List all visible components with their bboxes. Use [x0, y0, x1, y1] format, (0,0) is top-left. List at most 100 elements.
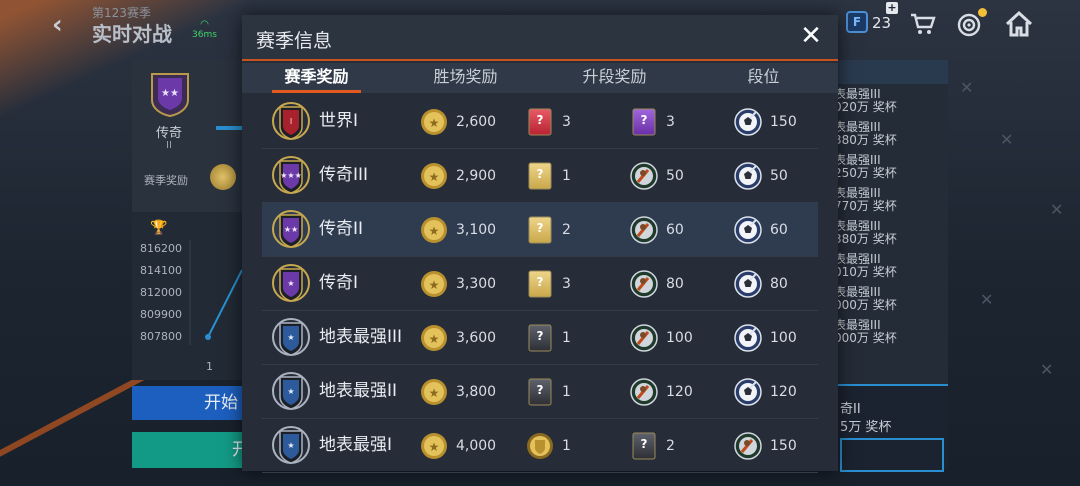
svg-text:★★: ★★	[161, 88, 179, 99]
reward-3-amount: 150	[770, 437, 797, 454]
rank-badge-icon: ★★	[271, 209, 311, 251]
reward-1: 1	[526, 419, 571, 472]
add-points-icon[interactable]: +	[886, 2, 898, 14]
player-token-icon	[630, 161, 658, 190]
ball-token-icon	[734, 323, 762, 352]
svg-text:?: ?	[537, 383, 544, 397]
gold-pack-icon: ?	[526, 270, 554, 298]
mode-title: 实时对战	[92, 22, 172, 46]
purple-pack-icon: ?	[630, 108, 658, 136]
rank-badge-icon: ★	[271, 371, 311, 413]
reward-1-amount: 3	[562, 113, 571, 130]
reward-3: 60	[734, 203, 788, 256]
leaderboard-row: 表最强III 000万 奖杯	[834, 318, 897, 345]
reward-1-amount: 1	[562, 383, 571, 400]
coin-reward: ★ 3,300	[420, 257, 496, 310]
black-pack-icon: ?	[526, 324, 554, 352]
rank-name: 传奇II	[319, 219, 364, 239]
rank-badge-icon: ★	[271, 263, 311, 305]
rank-name: 世界I	[319, 111, 359, 131]
coin-reward: ★ 2,900	[420, 149, 496, 202]
ball-token-icon	[734, 107, 762, 136]
svg-text:★: ★	[287, 387, 294, 396]
coin-reward: ★ 3,100	[420, 203, 496, 256]
rank-name: 地表最强I	[319, 435, 393, 455]
gold-pack-icon: ?	[526, 216, 554, 244]
coin-reward: ★ 4,000	[420, 419, 496, 472]
leaderboard-action-button[interactable]	[840, 438, 944, 472]
tab-promotion-rewards[interactable]: 升段奖励	[540, 63, 689, 93]
reward-2: ? 3	[630, 95, 675, 148]
reward-3: 150	[734, 95, 797, 148]
coin-icon: ★	[420, 324, 448, 352]
decoration-x-icon: ✕	[1000, 130, 1014, 149]
start-match-button[interactable]: 开始	[132, 386, 252, 420]
reward-row: ★ 传奇I ★ 3,300 ? 3 80 80	[262, 257, 818, 311]
reward-3-amount: 120	[770, 383, 797, 400]
reward-3: 100	[734, 311, 797, 364]
tab-win-rewards[interactable]: 胜场奖励	[391, 63, 540, 93]
svg-text:?: ?	[641, 113, 648, 127]
reward-1: ? 1	[526, 311, 571, 364]
coin-amount: 3,100	[456, 221, 497, 238]
coin-amount: 2,900	[456, 167, 497, 184]
decoration-x-icon: ✕	[1050, 200, 1064, 219]
my-rank-trophies: 5万 奖杯	[840, 420, 892, 435]
rank-name: 传奇III	[319, 165, 369, 185]
decoration-x-icon: ✕	[960, 78, 974, 97]
rank-name: 传奇I	[319, 273, 359, 293]
reward-3-amount: 80	[770, 275, 788, 292]
back-arrow-icon[interactable]: ‹	[52, 12, 72, 38]
svg-text:?: ?	[537, 113, 544, 127]
ping-indicator: ◜◝ 36ms	[192, 20, 217, 41]
coin-icon	[210, 164, 236, 190]
coin-icon: ★	[420, 162, 448, 190]
svg-text:★: ★	[429, 278, 440, 292]
target-icon[interactable]	[956, 12, 982, 38]
reward-2-amount: 50	[666, 167, 684, 184]
cart-icon[interactable]	[910, 12, 936, 36]
reward-1-amount: 1	[562, 329, 571, 346]
tab-ranks[interactable]: 段位	[689, 63, 838, 93]
my-rank-name: 奇II	[840, 402, 861, 417]
reward-1-amount: 1	[562, 437, 571, 454]
leaderboard-header	[830, 60, 948, 84]
leaderboard-row: 表最强III 380万 奖杯	[834, 120, 897, 147]
svg-text:★: ★	[287, 441, 294, 450]
leaderboard-row: 表最强III 770万 奖杯	[834, 186, 897, 213]
decoration-x-icon: ✕	[980, 290, 994, 309]
graph-x-tick: 1	[206, 360, 213, 373]
svg-text:?: ?	[537, 221, 544, 235]
coin-reward: ★ 2,600	[420, 95, 496, 148]
black-pack-icon: ?	[526, 378, 554, 406]
svg-text:★: ★	[429, 332, 440, 346]
tab-season-rewards[interactable]: 赛季奖励	[242, 63, 391, 93]
leaderboard-row: 表最强III 000万 奖杯	[834, 285, 897, 312]
start-secondary-button[interactable]: 开	[132, 432, 252, 468]
reward-row: ★ 地表最强I ★ 4,000 1 ? 2 150	[262, 419, 818, 473]
svg-text:★: ★	[287, 279, 294, 288]
leaderboard-row: 表最强III 010万 奖杯	[834, 252, 897, 279]
leaderboard-row: 表最强III 380万 奖杯	[834, 219, 897, 246]
player-token-icon	[630, 215, 658, 244]
decoration-x-icon: ✕	[1040, 360, 1054, 379]
reward-1-amount: 2	[562, 221, 571, 238]
close-icon[interactable]: ✕	[798, 23, 824, 50]
my-rank-panel: 奇II 5万 奖杯	[830, 384, 948, 472]
reward-2: 80	[630, 257, 684, 310]
svg-text:?: ?	[537, 167, 544, 181]
reward-1: ? 1	[526, 149, 571, 202]
ball-token-icon	[734, 161, 762, 190]
reward-1-amount: 1	[562, 167, 571, 184]
coin-amount: 3,800	[456, 383, 497, 400]
svg-text:★: ★	[429, 224, 440, 238]
reward-3-amount: 50	[770, 167, 788, 184]
home-icon[interactable]	[1004, 10, 1034, 38]
coin-icon: ★	[420, 270, 448, 298]
svg-text:?: ?	[641, 437, 648, 451]
coin-reward: ★ 3,800	[420, 365, 496, 418]
reward-2: 100	[630, 311, 693, 364]
fc-points-count: 23	[872, 14, 892, 32]
reward-2: ? 2	[630, 419, 675, 472]
reward-3: 120	[734, 365, 797, 418]
